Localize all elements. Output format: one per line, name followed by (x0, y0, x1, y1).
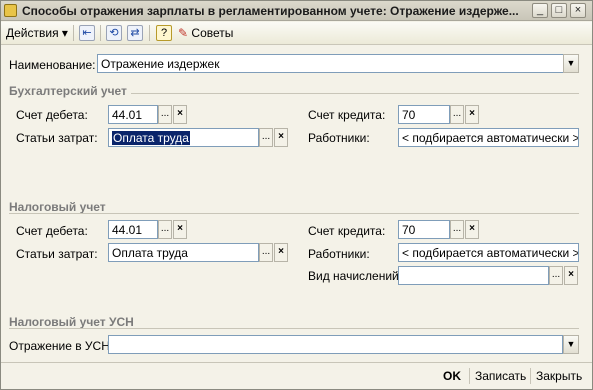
close-button[interactable]: Закрыть (536, 368, 582, 386)
tax-accrual-label: Вид начислений: (308, 269, 403, 283)
actions-label: Действия (6, 26, 59, 40)
section-divider (9, 213, 579, 214)
acc-cost-select-button[interactable]: ... (259, 128, 273, 147)
acc-credit-label: Счет кредита: (308, 108, 386, 122)
minimize-button[interactable]: _ (532, 3, 548, 18)
tax-credit-clear-button[interactable]: × (465, 220, 479, 239)
usn-reflection-dropdown-button[interactable]: ▼ (563, 335, 579, 354)
dialog-button-bar: OK Записать Закрыть (1, 362, 592, 389)
tax-accrual-input[interactable] (398, 266, 549, 285)
save-button[interactable]: Записать (475, 368, 526, 386)
tax-cost-clear-button[interactable]: × (274, 243, 288, 262)
usn-section-title: Налоговый учет УСН (9, 315, 134, 329)
maximize-button[interactable]: □ (551, 3, 567, 18)
tax-credit-label: Счет кредита: (308, 224, 386, 238)
dialog-window: Способы отражения зарплаты в регламентир… (0, 0, 593, 390)
acc-workers-input[interactable]: < подбирается автоматически > (398, 128, 579, 147)
acc-cost-label: Статьи затрат: (16, 131, 98, 145)
app-icon (4, 4, 17, 17)
usn-reflection-label: Отражение в УСН: (9, 339, 114, 353)
refresh-icon[interactable]: ⟲ (106, 25, 122, 41)
acc-credit-clear-button[interactable]: × (465, 105, 479, 124)
tips-icon: ✎ (178, 26, 189, 40)
window-title: Способы отражения зарплаты в регламентир… (22, 4, 519, 18)
acc-credit-select-button[interactable]: ... (450, 105, 464, 124)
arrow-left-icon[interactable]: ⇤ (79, 25, 95, 41)
tax-accrual-clear-button[interactable]: × (564, 266, 578, 285)
button-divider (530, 368, 531, 384)
tax-cost-input[interactable]: Оплата труда (108, 243, 259, 262)
acc-cost-clear-button[interactable]: × (274, 128, 288, 147)
tax-credit-input[interactable]: 70 (398, 220, 450, 239)
acc-debit-select-button[interactable]: ... (158, 105, 172, 124)
ok-button[interactable]: OK (443, 368, 461, 386)
swap-icon[interactable]: ⇄ (127, 25, 143, 41)
acc-credit-input[interactable]: 70 (398, 105, 450, 124)
tax-debit-clear-button[interactable]: × (173, 220, 187, 239)
name-input[interactable]: Отражение издержек (97, 54, 564, 73)
section-divider (9, 328, 579, 329)
tax-debit-label: Счет дебета: (16, 224, 88, 238)
title-bar[interactable]: Способы отражения зарплаты в регламентир… (1, 1, 592, 21)
tax-accrual-select-button[interactable]: ... (549, 266, 563, 285)
tips-button[interactable]: ✎ Советы (178, 26, 233, 40)
actions-menu[interactable]: Действия ▾ (6, 26, 68, 40)
toolbar-divider (100, 25, 101, 41)
toolbar-divider (73, 25, 74, 41)
chevron-down-icon: ▾ (61, 26, 68, 40)
section-divider (131, 93, 579, 94)
name-dropdown-button[interactable]: ▼ (563, 54, 579, 73)
tax-credit-select-button[interactable]: ... (450, 220, 464, 239)
acc-debit-clear-button[interactable]: × (173, 105, 187, 124)
toolbar: Действия ▾ ⇤ ⟲ ⇄ ? ✎ Советы (1, 22, 592, 45)
acc-debit-input[interactable]: 44.01 (108, 105, 158, 124)
tax-workers-label: Работники: (308, 247, 370, 261)
tax-debit-select-button[interactable]: ... (158, 220, 172, 239)
toolbar-divider (149, 25, 150, 41)
tax-section-title: Налоговый учет (9, 200, 106, 214)
acc-workers-label: Работники: (308, 131, 370, 145)
acc-debit-label: Счет дебета: (16, 108, 88, 122)
acc-cost-value: Оплата труда (112, 131, 190, 145)
button-divider (469, 368, 470, 384)
tax-cost-select-button[interactable]: ... (259, 243, 273, 262)
tips-label: Советы (191, 26, 234, 40)
tax-cost-label: Статьи затрат: (16, 247, 98, 261)
tax-debit-input[interactable]: 44.01 (108, 220, 158, 239)
accounting-section-title: Бухгалтерский учет (9, 84, 127, 98)
tax-workers-input[interactable]: < подбирается автоматически > (398, 243, 579, 262)
name-label: Наименование: (9, 58, 96, 72)
acc-cost-input[interactable]: Оплата труда (108, 128, 259, 147)
close-window-button[interactable]: × (570, 3, 586, 18)
help-icon[interactable]: ? (156, 25, 172, 41)
usn-reflection-input[interactable] (108, 335, 563, 354)
